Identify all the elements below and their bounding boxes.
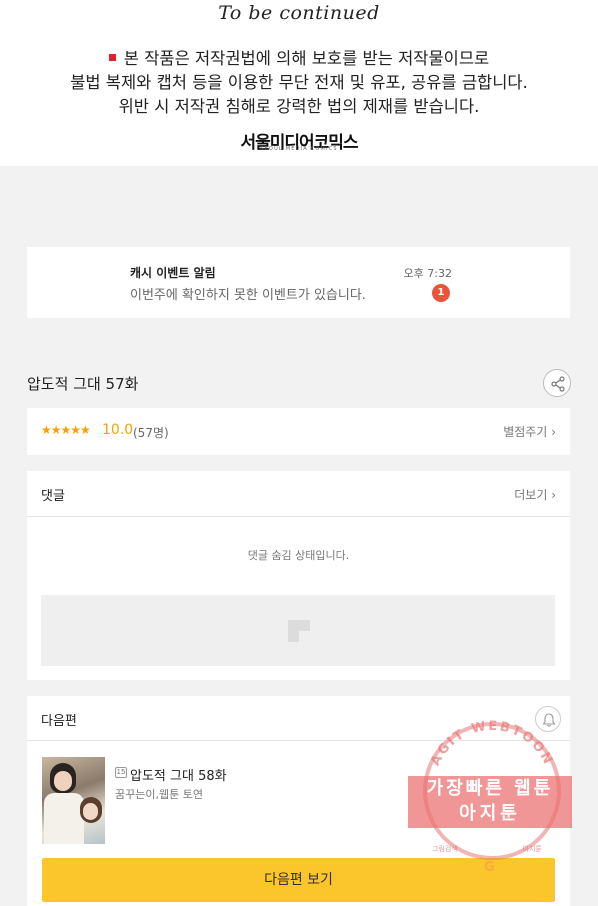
chevron-right-icon: › [551,425,556,439]
more-comments-link[interactable]: 더보기 › [514,486,556,503]
copyright-line: 불법 복제와 캡처 등을 이용한 무단 전재 및 유포, 공유를 금합니다. [70,73,528,92]
next-episode-thumbnail[interactable] [42,757,105,844]
watermark-line1: 가장빠른 웹툰 [426,778,554,799]
comments-header: 댓글 더보기 › [27,471,570,517]
next-episode-title[interactable]: 압도적 그대 58화 [130,765,227,784]
cash-event-title: 캐시 이벤트 알림 [130,266,216,280]
publisher-logo-sub: SEOUL MEDIA COMICS [260,146,338,152]
watermark-foot-right: 아지툰 [522,845,542,853]
copyright-line: 본 작품은 저작권법에 의해 보호를 받는 저작물이므로 [0,47,598,71]
notification-count-badge: 1 [432,284,450,302]
cash-event-card[interactable]: 캐시 이벤트 알림 이번주에 확인하지 못한 이벤트가 있습니다. 오후 7:3… [27,247,570,318]
chevron-right-icon: › [551,488,556,502]
watermark-band: 가장빠른 웹툰 아지툰 [408,776,572,828]
rating-score: 10.0 [102,422,134,438]
red-square-icon [108,54,116,61]
share-icon [551,376,565,392]
google-logo-icon: G [484,860,495,875]
episode-title: 압도적 그대 57화 [27,375,139,393]
copyright-text: 본 작품은 저작권법에 의해 보호를 받는 저작물이므로 불법 복제와 캡처 등… [0,47,598,119]
comments-label: 댓글 [41,489,65,504]
image-placeholder-icon [288,620,310,642]
age-rating-badge: 15 [115,767,127,778]
watermark-arc-text: AGIT WEBTOON [428,719,554,769]
next-episode-author: 꿈꾸는이,웹툰 토연 [115,788,203,801]
comments-card: 댓글 더보기 › 댓글 숨김 상태입니다. [27,471,570,680]
watermark-foot-left: 그림검색 [432,845,458,853]
next-episode-label: 다음편 [41,714,77,729]
copyright-notice: To be continued 본 작품은 저작권법에 의해 보호를 받는 저작… [0,0,598,166]
copyright-line: 위반 시 저작권 침해로 강력한 법의 제재를 받습니다. [118,97,480,116]
ad-placeholder[interactable] [41,595,555,666]
share-button[interactable] [543,369,571,397]
cash-event-message: 이번주에 확인하지 못한 이벤트가 있습니다. [130,288,366,303]
rating-card: ★★★★★ 10.0 (57명) 별점주기 › [27,408,570,455]
svg-text:AGIT WEBTOON: AGIT WEBTOON [428,719,556,769]
cash-event-time: 오후 7:32 [403,267,452,280]
rating-count: (57명) [133,426,169,440]
comments-hidden-message: 댓글 숨김 상태입니다. [247,549,350,562]
rate-link[interactable]: 별점주기 › [503,423,556,440]
watermark-stamp: AGIT WEBTOON 가장빠른 웹툰 아지툰 그림검색 아지툰 G [408,718,572,884]
watermark-line2: 아지툰 [459,803,521,824]
star-rating-icons: ★★★★★ [41,423,91,437]
to-be-continued-text: To be continued [218,2,380,24]
